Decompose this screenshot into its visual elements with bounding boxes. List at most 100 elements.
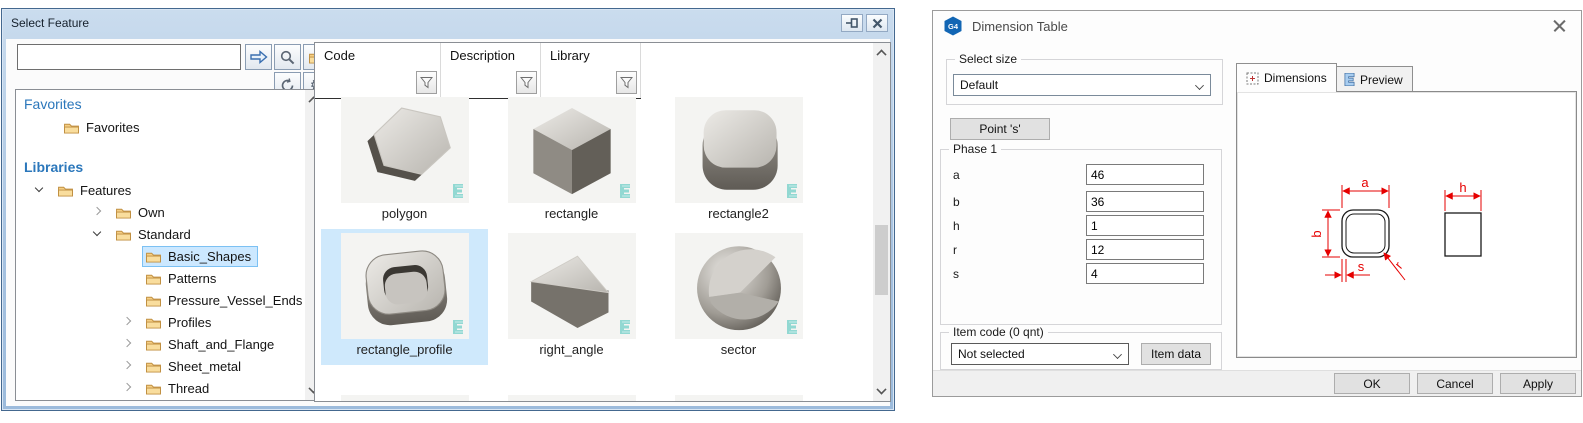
- funnel-icon: [520, 76, 533, 89]
- thumbnail-label: polygon: [321, 206, 488, 221]
- select-feature-body: ⚙ Favorites Favorites Libraries: [6, 39, 890, 406]
- grid-item-sector[interactable]: sector: [655, 229, 822, 365]
- field-label-r: r: [953, 243, 957, 257]
- search-icon: [280, 50, 295, 65]
- folder-icon: [115, 228, 132, 241]
- field-label-b: b: [953, 195, 960, 209]
- close-icon: [872, 18, 883, 29]
- feature-badge-icon: [619, 184, 631, 198]
- tree-item-standard[interactable]: Standard: [16, 223, 304, 245]
- tab-preview[interactable]: Preview: [1334, 66, 1413, 92]
- field-input-r[interactable]: [1086, 239, 1204, 260]
- apply-button[interactable]: Apply: [1500, 373, 1576, 394]
- field-input-s[interactable]: [1086, 263, 1204, 284]
- grid-item-rectangle[interactable]: rectangle: [488, 93, 655, 229]
- dimension-table-dialog: G4 Dimension Table Select size Default P…: [932, 10, 1582, 397]
- close-button[interactable]: [866, 14, 888, 32]
- field-input-b[interactable]: [1086, 191, 1204, 212]
- folder-icon: [145, 360, 162, 373]
- tree-item-shaft-and-flange[interactable]: Shaft_and_Flange: [16, 333, 304, 355]
- grid-scrollbar[interactable]: [873, 43, 890, 401]
- funnel-icon: [420, 76, 433, 89]
- grid-item-rectangle-profile[interactable]: rectangle_profile: [321, 229, 488, 365]
- tree-item-sheet-metal[interactable]: Sheet_metal: [16, 355, 304, 377]
- tree-section-favorites[interactable]: Favorites: [16, 93, 304, 116]
- item-data-button[interactable]: Item data: [1141, 343, 1211, 365]
- folder-icon: [63, 121, 80, 134]
- dialog-titlebar[interactable]: G4 Dimension Table: [933, 11, 1581, 41]
- dialog-title: Dimension Table: [972, 19, 1068, 34]
- filter-button-code[interactable]: [416, 71, 437, 94]
- scrollbar-thumb[interactable]: [875, 225, 888, 295]
- chevron-right-icon[interactable]: [90, 205, 104, 219]
- field-input-a[interactable]: [1086, 164, 1204, 185]
- close-button[interactable]: [1551, 17, 1569, 35]
- cancel-button[interactable]: Cancel: [1417, 373, 1493, 394]
- ok-button[interactable]: OK: [1334, 373, 1410, 394]
- feature-badge-icon: [452, 184, 464, 198]
- svg-text:b: b: [1309, 230, 1324, 237]
- folder-icon: [145, 250, 162, 263]
- tree-item-own[interactable]: Own: [16, 201, 304, 223]
- preview-icon: [1344, 73, 1355, 86]
- select-feature-titlebar[interactable]: Select Feature: [2, 9, 894, 37]
- column-header-description[interactable]: Description: [441, 43, 540, 69]
- chevron-right-icon[interactable]: [120, 381, 134, 395]
- phase-group: Phase 1 a b h r s: [940, 149, 1222, 325]
- grid-item-partial[interactable]: [488, 391, 655, 402]
- chevron-down-icon[interactable]: [32, 183, 46, 197]
- filter-button-library[interactable]: [616, 71, 637, 94]
- thumbnail-label: rectangle: [488, 206, 655, 221]
- grid-header: Code Description: [315, 43, 641, 98]
- chevron-right-icon[interactable]: [120, 315, 134, 329]
- tree-section-libraries[interactable]: Libraries: [16, 156, 304, 179]
- size-select[interactable]: Default: [953, 74, 1211, 96]
- tab-dimensions[interactable]: Dimensions: [1236, 63, 1337, 92]
- feature-badge-icon: [452, 320, 464, 334]
- tree-item-thread[interactable]: Thread: [16, 377, 304, 399]
- svg-text:s: s: [1358, 259, 1365, 274]
- grid-item-right-angle[interactable]: right_angle: [488, 229, 655, 365]
- selected-tree-item[interactable]: Basic_Shapes: [142, 246, 258, 267]
- go-button[interactable]: [245, 44, 272, 70]
- chevron-right-icon[interactable]: [120, 337, 134, 351]
- feature-badge-icon: [619, 320, 631, 334]
- tree-item-favorites[interactable]: Favorites: [16, 116, 304, 138]
- tree-item-basic-shapes[interactable]: Basic_Shapes: [16, 245, 304, 267]
- tree-item-pressure-vessel-ends[interactable]: Pressure_Vessel_Ends: [16, 289, 304, 311]
- scroll-up-icon[interactable]: [876, 49, 886, 59]
- select-feature-window: Select Feature: [1, 8, 895, 411]
- thumbnail: [508, 233, 636, 339]
- wedge-shape: [508, 233, 636, 339]
- chevron-down-icon[interactable]: [90, 227, 104, 241]
- grid-item-partial[interactable]: [655, 391, 822, 402]
- cube-shape: [508, 97, 636, 203]
- grid-item-partial[interactable]: [321, 391, 488, 402]
- pin-button[interactable]: [841, 14, 863, 32]
- folder-icon: [145, 316, 162, 329]
- select-size-group: Select size Default: [946, 59, 1223, 105]
- polygon-shape: [341, 97, 469, 203]
- item-code-select[interactable]: Not selected: [951, 343, 1129, 365]
- tree-item-profiles[interactable]: Profiles: [16, 311, 304, 333]
- point-s-button[interactable]: Point 's': [950, 118, 1050, 140]
- field-input-h[interactable]: [1086, 215, 1204, 236]
- feature-badge-icon: [786, 320, 798, 334]
- chevron-right-icon[interactable]: [120, 359, 134, 373]
- folder-icon: [145, 294, 162, 307]
- search-input[interactable]: [17, 44, 241, 70]
- thumbnail-label: rectangle_profile: [321, 342, 488, 357]
- filter-button-description[interactable]: [516, 71, 537, 94]
- search-button[interactable]: [274, 44, 301, 70]
- tree-item-patterns[interactable]: Patterns: [16, 267, 304, 289]
- tree-item-features[interactable]: Features: [16, 179, 304, 201]
- column-header-code[interactable]: Code: [315, 43, 440, 69]
- group-label: Item code (0 qnt): [949, 325, 1048, 339]
- grid-item-polygon[interactable]: polygon: [321, 93, 488, 229]
- column-header-library[interactable]: Library: [541, 43, 640, 69]
- funnel-icon: [620, 76, 633, 89]
- scroll-down-icon[interactable]: [876, 384, 886, 394]
- svg-text:h: h: [1459, 180, 1466, 195]
- grid-item-rectangle2[interactable]: rectangle2: [655, 93, 822, 229]
- field-label-s: s: [953, 267, 959, 281]
